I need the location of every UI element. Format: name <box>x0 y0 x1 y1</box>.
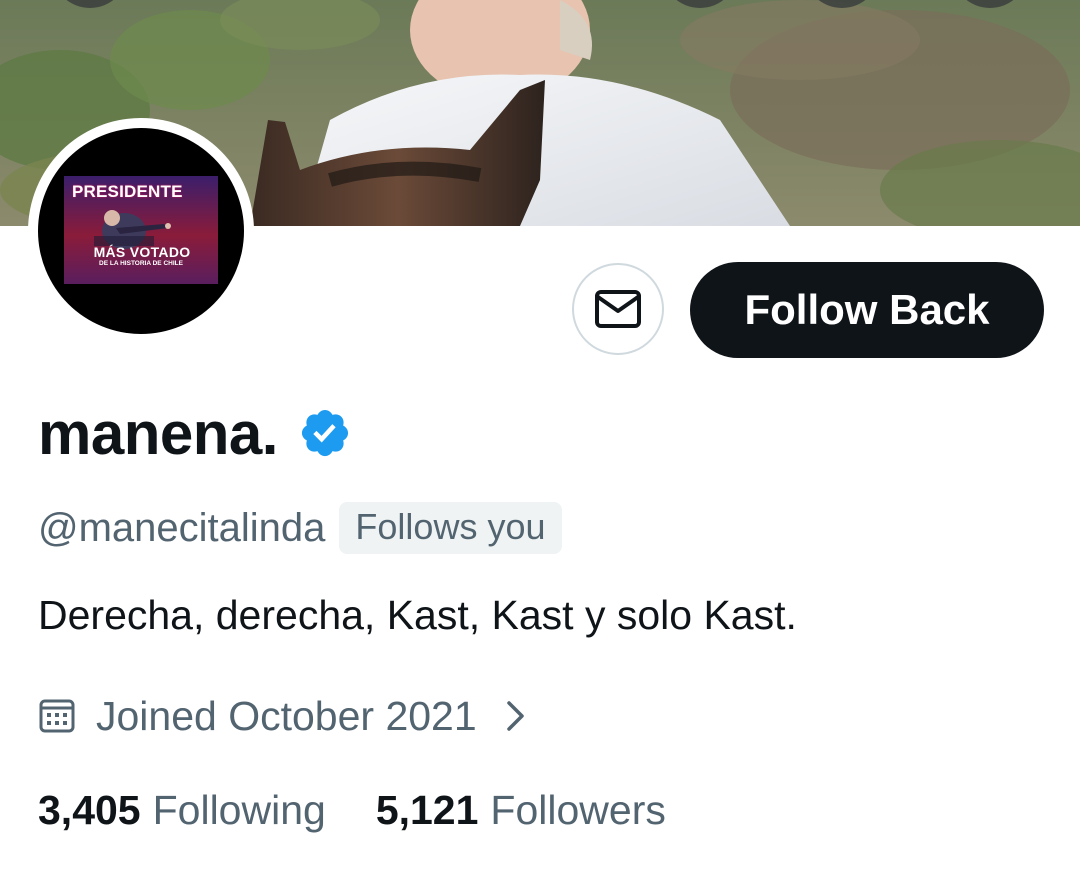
calendar-icon <box>39 699 75 733</box>
following-stat-link[interactable]: 3,405 Following <box>38 787 326 834</box>
followers-label: Followers <box>490 786 666 833</box>
following-label: Following <box>152 786 326 833</box>
user-handle: @manecitalinda <box>38 505 326 550</box>
avatar-poster: PRESIDENTE MÁS VOTADO DE LA HISTORIA DE … <box>64 176 218 284</box>
chevron-right-icon <box>506 701 524 731</box>
poster-title-text: PRESIDENTE <box>72 182 183 201</box>
message-button[interactable] <box>572 263 664 355</box>
following-count: 3,405 <box>38 786 141 833</box>
poster-caption-text: DE LA HISTORIA DE CHILE <box>99 260 183 267</box>
follow-back-button[interactable]: Follow Back <box>690 262 1044 358</box>
joined-date-row[interactable]: Joined October 2021 <box>38 688 527 744</box>
profile-avatar[interactable]: PRESIDENTE MÁS VOTADO DE LA HISTORIA DE … <box>28 118 254 344</box>
follow-stats: 3,405 Following 5,121 Followers <box>38 782 666 838</box>
profile-page: PRESIDENTE MÁS VOTADO DE LA HISTORIA DE … <box>0 0 1080 876</box>
joined-date-text: Joined October 2021 <box>96 692 477 739</box>
envelope-icon <box>595 290 641 328</box>
follows-you-badge: Follows you <box>339 502 562 554</box>
followers-count: 5,121 <box>375 786 479 833</box>
display-name: manena. <box>38 399 278 467</box>
profile-bio: Derecha, derecha, Kast, Kast y solo Kast… <box>38 592 797 638</box>
handle-row: @manecitalinda Follows you <box>38 500 562 556</box>
avatar-image: PRESIDENTE MÁS VOTADO DE LA HISTORIA DE … <box>38 128 244 334</box>
display-name-row: manena. <box>38 398 352 468</box>
verified-badge-icon[interactable] <box>298 406 352 460</box>
poster-subtitle-text: MÁS VOTADO <box>93 244 191 260</box>
followers-stat-link[interactable]: 5,121 Followers <box>376 787 666 834</box>
